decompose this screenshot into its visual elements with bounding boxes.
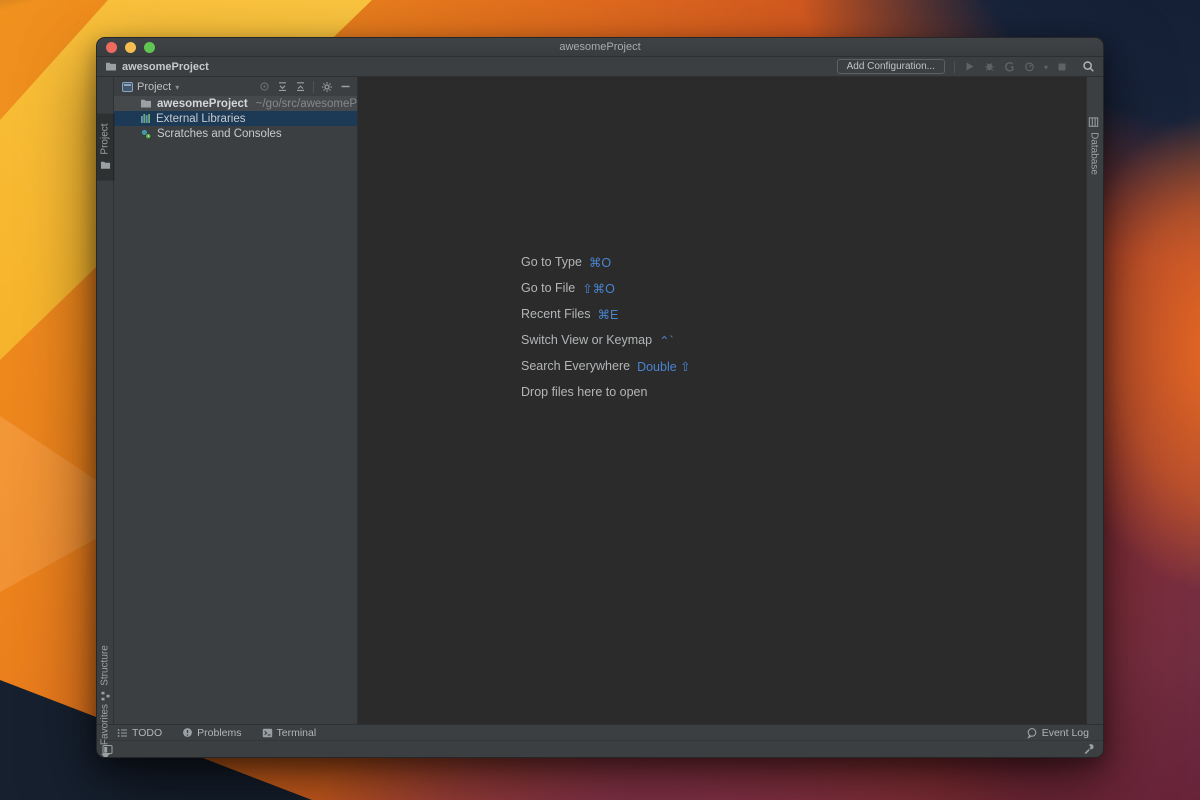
main-area: Project Structure Favorites Pro xyxy=(97,77,1103,724)
collapse-all-icon[interactable] xyxy=(295,81,306,92)
tree-item-name: External Libraries xyxy=(156,113,245,125)
stripe-button-problems[interactable]: Problems xyxy=(182,727,241,739)
tree-item-name: awesomeProject xyxy=(157,98,248,110)
project-tree: awesomeProject ~/go/src/awesomeProject E… xyxy=(114,96,357,141)
add-configuration-button[interactable]: Add Configuration... xyxy=(837,59,945,74)
star-icon xyxy=(100,750,110,758)
stripe-button-structure[interactable]: Structure xyxy=(100,645,111,701)
expand-all-icon[interactable] xyxy=(277,81,288,92)
locate-icon[interactable] xyxy=(259,81,270,92)
stripe-button-event-log[interactable]: Event Log xyxy=(1026,727,1089,739)
hint-row: Go to File ⇧⌘O xyxy=(521,275,691,301)
external-libraries-icon xyxy=(140,113,151,124)
event-log-label: Event Log xyxy=(1042,727,1089,739)
hint-label: Go to Type xyxy=(521,255,582,269)
titlebar[interactable]: awesomeProject xyxy=(97,38,1103,57)
profiler-icon[interactable] xyxy=(1024,61,1035,72)
tree-item-name: Scratches and Consoles xyxy=(157,128,282,140)
terminal-icon xyxy=(262,728,273,738)
terminal-label: Terminal xyxy=(277,727,317,739)
project-view-icon xyxy=(122,82,133,92)
breadcrumb[interactable]: awesomeProject xyxy=(105,61,209,73)
hint-row: Drop files here to open xyxy=(521,379,691,405)
hint-keys: ⌘O xyxy=(589,255,611,270)
tree-row[interactable]: Scratches and Consoles xyxy=(114,126,357,141)
problems-label: Problems xyxy=(197,727,241,739)
stripe-button-database[interactable]: Database xyxy=(1089,117,1100,175)
project-view-selector[interactable]: Project xyxy=(137,81,171,93)
editor-area: Go to Type ⌘O Go to File ⇧⌘O Recent File… xyxy=(358,77,1086,724)
stripe-label-structure: Structure xyxy=(100,645,111,686)
stripe-label-database: Database xyxy=(1089,132,1100,175)
main-toolbar: awesomeProject Add Configuration... ▾ xyxy=(97,57,1103,77)
project-folder-icon xyxy=(100,160,111,170)
bottom-tool-stripe: TODO Problems Terminal Event Log xyxy=(97,724,1103,740)
todo-label: TODO xyxy=(132,727,162,739)
stop-icon[interactable] xyxy=(1057,62,1067,72)
folder-icon xyxy=(105,61,117,72)
chevron-down-icon[interactable]: ▾ xyxy=(1044,63,1048,72)
hint-label: Recent Files xyxy=(521,307,590,321)
hint-keys: ⇧⌘O xyxy=(582,281,615,296)
left-tool-stripe: Project Structure Favorites xyxy=(97,77,114,724)
hint-row: Switch View or Keymap ⌃` xyxy=(521,327,691,353)
stripe-button-terminal[interactable]: Terminal xyxy=(262,727,317,739)
hint-label: Switch View or Keymap xyxy=(521,333,652,347)
project-panel-header: Project ▾ xyxy=(114,77,357,96)
chevron-down-icon: ▾ xyxy=(175,83,179,92)
structure-icon xyxy=(100,691,110,701)
gear-icon[interactable] xyxy=(321,81,333,93)
todo-icon xyxy=(117,728,128,738)
ide-window: awesomeProject awesomeProject Add Config… xyxy=(96,37,1104,758)
database-icon xyxy=(1089,117,1099,127)
hint-label: Go to File xyxy=(521,281,575,295)
right-tool-stripe: Database xyxy=(1086,77,1103,724)
hide-panel-icon[interactable] xyxy=(340,81,351,92)
window-title: awesomeProject xyxy=(97,41,1103,53)
debug-icon[interactable] xyxy=(984,61,995,72)
stripe-button-project[interactable]: Project xyxy=(96,113,115,180)
toolbar-separator xyxy=(954,61,955,73)
shortcut-hints: Go to Type ⌘O Go to File ⇧⌘O Recent File… xyxy=(521,249,691,405)
hint-label: Search Everywhere xyxy=(521,359,630,373)
scratches-icon xyxy=(140,128,152,140)
folder-icon xyxy=(140,98,152,109)
stripe-button-todo[interactable]: TODO xyxy=(117,727,162,739)
stripe-button-favorites[interactable]: Favorites xyxy=(100,704,111,758)
hint-keys: ⌘E xyxy=(597,307,618,322)
tree-row[interactable]: awesomeProject ~/go/src/awesomeProject xyxy=(114,96,357,111)
project-panel: Project ▾ xyxy=(114,77,358,724)
status-bar xyxy=(97,740,1103,757)
breadcrumb-label: awesomeProject xyxy=(122,61,209,73)
tree-row[interactable]: External Libraries xyxy=(114,111,357,126)
stripe-label-favorites: Favorites xyxy=(100,704,111,745)
wrench-icon[interactable] xyxy=(1083,743,1095,755)
search-icon[interactable] xyxy=(1082,60,1095,73)
hint-row: Recent Files ⌘E xyxy=(521,301,691,327)
panel-header-separator xyxy=(313,81,314,93)
coverage-icon[interactable] xyxy=(1004,61,1015,72)
event-log-icon xyxy=(1026,727,1038,739)
hint-keys: ⌃` xyxy=(659,333,674,348)
run-icon[interactable] xyxy=(964,61,975,72)
hint-row: Go to Type ⌘O xyxy=(521,249,691,275)
hint-keys: Double ⇧ xyxy=(637,359,691,374)
hint-label: Drop files here to open xyxy=(521,385,647,399)
problems-icon xyxy=(182,727,193,738)
hint-row: Search Everywhere Double ⇧ xyxy=(521,353,691,379)
stripe-label-project: Project xyxy=(100,123,111,154)
